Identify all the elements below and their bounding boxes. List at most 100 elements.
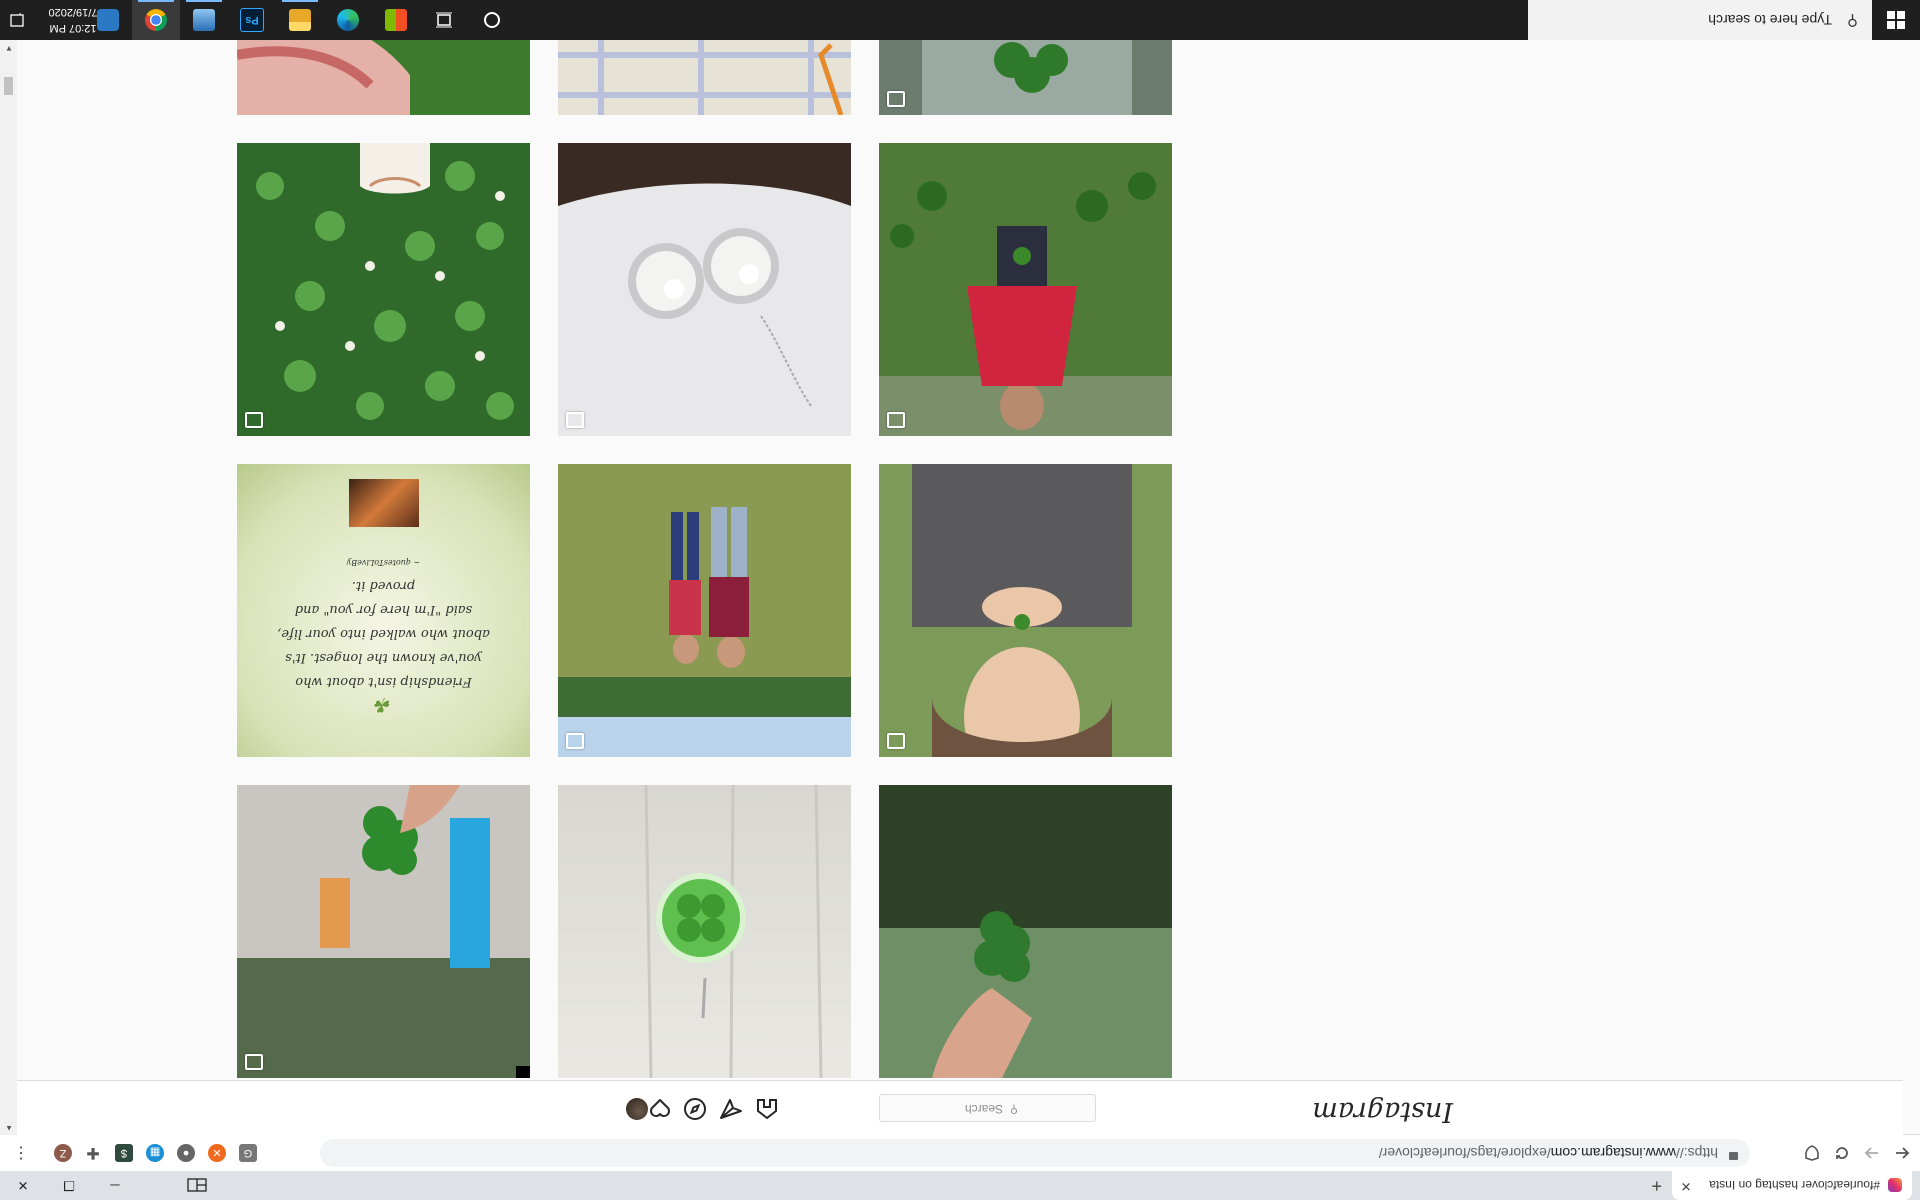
profile-button[interactable]: Z xyxy=(54,1144,72,1162)
minimize-icon: ─ xyxy=(110,1178,120,1193)
shield-extension-button[interactable] xyxy=(1800,1141,1824,1165)
browser-tab-instagram[interactable]: #fourleafclover hashtag on Insta ✕ xyxy=(1672,1171,1912,1200)
carousel-badge-icon xyxy=(566,733,584,749)
chrome-button[interactable] xyxy=(132,0,180,40)
photoshop-button[interactable]: Ps xyxy=(228,0,276,40)
window-close-button[interactable]: ✕ xyxy=(0,1171,46,1200)
pearl-earrings-photo xyxy=(558,143,851,436)
clover-photo xyxy=(879,785,1172,1078)
scroll-up-arrow-icon[interactable]: ▲ xyxy=(5,1124,13,1133)
running-indicator xyxy=(282,0,318,2)
quote-card: ☘ Friendship isn't about who you've know… xyxy=(277,555,490,717)
woman-holding-clover-photo xyxy=(879,464,1172,757)
windows-taskbar: ⚲ Type here to search Ps 12:07 PM 7/19/2… xyxy=(0,0,1920,40)
circle-icon: ● xyxy=(182,1147,190,1159)
profile-initial: Z xyxy=(59,1147,67,1159)
post-thumbnail[interactable] xyxy=(237,143,530,436)
post-thumbnail[interactable] xyxy=(237,785,530,1078)
kids-on-grass-photo xyxy=(558,464,851,757)
x-circle-icon: ✕ xyxy=(212,1146,222,1159)
quote-thumbnail-image xyxy=(349,479,419,527)
building-clover-photo xyxy=(237,785,530,1078)
url-host: www.instagram.com xyxy=(1550,1145,1676,1161)
file-explorer-icon xyxy=(289,9,311,31)
direct-icon[interactable] xyxy=(719,1097,743,1121)
reload-button[interactable] xyxy=(1830,1141,1854,1165)
extension-3-button[interactable]: ● xyxy=(177,1144,195,1162)
girl-in-clover-photo xyxy=(879,143,1172,436)
extension-4-button[interactable]: ▦ xyxy=(146,1144,164,1162)
instagram-logo[interactable]: Instagram xyxy=(1312,1096,1453,1127)
restore-icon: ❐ xyxy=(63,1178,75,1194)
shield-icon xyxy=(1805,1145,1819,1161)
grid-icon: ▦ xyxy=(149,1146,161,1159)
window-layout-icon xyxy=(187,1178,207,1193)
taskbar-search-box[interactable]: ⚲ Type here to search xyxy=(1528,0,1872,40)
scrollbar-thumb[interactable] xyxy=(4,77,13,95)
task-view-button[interactable] xyxy=(420,0,468,40)
home-icon[interactable] xyxy=(755,1097,779,1121)
search-icon: ⚲ xyxy=(1847,12,1858,29)
chrome-icon xyxy=(145,9,167,31)
instagram-header: Instagram ⚲ Search xyxy=(0,1080,1903,1135)
quote-text: Friendship isn't about who you've known … xyxy=(277,578,490,689)
action-center-button[interactable] xyxy=(0,0,34,40)
clover-field-photo xyxy=(237,143,530,436)
taskbar-clock[interactable]: 12:07 PM 7/19/2020 xyxy=(38,4,108,36)
clover-sketch-icon: ☘ xyxy=(374,693,393,717)
new-tab-button[interactable]: + xyxy=(1651,1175,1662,1196)
edge-icon xyxy=(337,9,359,31)
browser-menu-button[interactable]: ⋮ xyxy=(12,1144,30,1162)
screen: #fourleafclover hashtag on Insta ✕ + ❐ ✕… xyxy=(0,0,1920,1200)
pendant-photo xyxy=(644,785,823,1078)
post-thumbnail[interactable] xyxy=(879,464,1172,757)
quote-credit: ~ quotesToLiveBy xyxy=(346,558,421,567)
tab-close-button[interactable]: ✕ xyxy=(1678,1178,1694,1194)
post-thumbnail[interactable] xyxy=(879,785,1172,1078)
post-thumbnail[interactable] xyxy=(558,143,851,436)
search-icon: ⚲ xyxy=(1009,1103,1018,1115)
edge-button[interactable] xyxy=(324,0,372,40)
weather-app-button[interactable] xyxy=(180,0,228,40)
url-scheme: https:// xyxy=(1675,1145,1718,1161)
post-thumbnail[interactable] xyxy=(558,785,851,1078)
address-bar[interactable]: https://www.instagram.com/explore/tags/f… xyxy=(320,1139,1750,1167)
window-layout-button[interactable] xyxy=(174,1171,220,1200)
carousel-badge-icon xyxy=(887,91,905,107)
extensions-button[interactable]: ✚ xyxy=(84,1144,102,1162)
profile-avatar[interactable] xyxy=(626,1098,648,1120)
scroll-down-arrow-icon[interactable]: ▼ xyxy=(5,44,13,53)
tab-title: #fourleafclover hashtag on Insta xyxy=(1709,1178,1880,1193)
activity-heart-icon[interactable] xyxy=(648,1097,672,1121)
post-thumbnail[interactable] xyxy=(879,143,1172,436)
post-thumbnail[interactable] xyxy=(558,464,851,757)
forward-button[interactable] xyxy=(1860,1141,1884,1165)
search-input[interactable]: ⚲ Search xyxy=(879,1094,1096,1122)
microsoft-store-icon xyxy=(385,9,407,31)
extension-5-button[interactable]: $ xyxy=(115,1144,133,1162)
more-vertical-icon: ⋮ xyxy=(13,1144,29,1161)
instagram-favicon-icon xyxy=(1888,1178,1902,1193)
search-placeholder: Search xyxy=(964,1102,1003,1116)
browser-tab-strip: #fourleafclover hashtag on Insta ✕ + ❐ ✕… xyxy=(0,1171,1920,1200)
extension-2-button[interactable]: ✕ xyxy=(208,1144,226,1162)
running-indicator xyxy=(138,0,174,2)
url-path: /explore/tags/fourleafclover/ xyxy=(1378,1145,1551,1161)
post-thumbnail[interactable]: ☘ Friendship isn't about who you've know… xyxy=(237,464,530,757)
carousel-badge-icon xyxy=(887,412,905,428)
url-text: https://www.instagram.com/explore/tags/f… xyxy=(1379,1145,1718,1161)
task-view-icon xyxy=(436,12,452,28)
explore-icon[interactable] xyxy=(683,1097,707,1121)
microsoft-store-button[interactable] xyxy=(372,0,420,40)
page-scrollbar[interactable]: ▲ ▼ xyxy=(0,40,17,1135)
windows-logo-icon xyxy=(1887,11,1905,29)
carousel-badge-icon xyxy=(245,1054,263,1070)
cortana-button[interactable] xyxy=(468,0,516,40)
start-button[interactable] xyxy=(1872,0,1920,40)
back-button[interactable] xyxy=(1890,1141,1914,1165)
window-restore-button[interactable]: ❐ xyxy=(46,1171,92,1200)
file-explorer-button[interactable] xyxy=(276,0,324,40)
arrow-right-icon xyxy=(1864,1147,1878,1159)
extension-1-button[interactable]: G xyxy=(239,1144,257,1162)
window-minimize-button[interactable]: ─ xyxy=(92,1171,138,1200)
